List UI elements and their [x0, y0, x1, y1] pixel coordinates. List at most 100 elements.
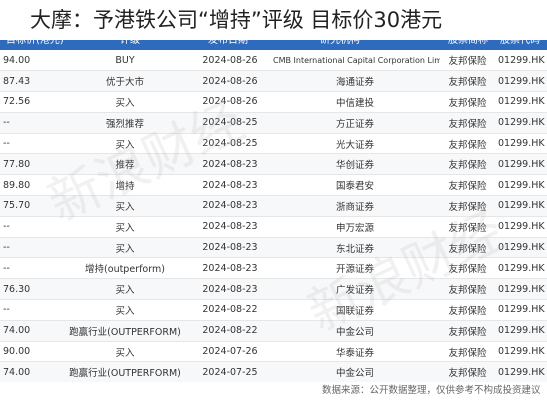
stock-name-cell: 友邦保险: [440, 320, 495, 342]
date-cell: 2024-08-23: [190, 195, 270, 217]
org-cell: 广发证券: [270, 278, 440, 301]
date-cell: 2024-08-23: [190, 153, 270, 176]
date-cell: 2024-08-25: [190, 133, 270, 155]
rating-cell: 买入: [60, 133, 190, 155]
target-price-cell: 89.80: [0, 174, 60, 197]
org-cell: 中信建投: [270, 91, 440, 113]
date-cell: 2024-08-23: [190, 257, 270, 280]
date-cell: 2024-08-23: [190, 174, 270, 197]
date-cell: 2024-07-25: [190, 361, 270, 384]
stock-code-cell: 01299.HK: [495, 216, 547, 238]
stock-name-cell: 友邦保险: [440, 133, 495, 155]
stock-code-cell: 01299.HK: [495, 91, 547, 113]
rating-cell: 买入: [60, 216, 190, 238]
rating-cell: 跑赢行业(OUTPERFORM): [60, 320, 190, 342]
org-cell: 国泰君安: [270, 174, 440, 197]
table-row[interactable]: -- 买入 2024-08-22 国联证券 友邦保险 01299.HK: [0, 299, 547, 321]
date-cell: 2024-08-23: [190, 237, 270, 259]
target-price-cell: 94.00: [0, 50, 60, 72]
rating-cell: 优于大市: [60, 70, 190, 93]
target-price-cell: 90.00: [0, 341, 60, 363]
stock-name-cell: 友邦保险: [440, 112, 495, 134]
table-row[interactable]: 74.00 跑赢行业(OUTPERFORM) 2024-07-25 中金公司 友邦保险 0…: [0, 361, 547, 384]
stock-code-cell: 01299.HK: [495, 112, 547, 134]
table-row[interactable]: -- 买入 2024-08-23 东北证券 友邦保险 01299.HK: [0, 237, 547, 259]
target-price-cell: --: [0, 216, 60, 238]
rating-cell: 买入: [60, 341, 190, 363]
rating-cell: 买入: [60, 195, 190, 217]
table-row[interactable]: 76.30 买入 2024-08-23 广发证券 友邦保险 01299.HK: [0, 278, 547, 301]
stock-code-cell: 01299.HK: [495, 278, 547, 301]
target-price-cell: 72.56: [0, 91, 60, 113]
stock-code-cell: 01299.HK: [495, 70, 547, 93]
date-cell: 2024-08-25: [190, 112, 270, 134]
stock-name-cell: 友邦保险: [440, 91, 495, 113]
org-cell: 华创证券: [270, 153, 440, 176]
org-cell: 方正证券: [270, 112, 440, 134]
stock-code-cell: 01299.HK: [495, 133, 547, 155]
stock-code-cell: 01299.HK: [495, 174, 547, 197]
org-cell: 申万宏源: [270, 216, 440, 238]
table-row[interactable]: 77.80 推荐 2024-08-23 华创证券 友邦保险 01299.HK: [0, 153, 547, 176]
table-row[interactable]: -- 买入 2024-08-23 申万宏源 友邦保险 01299.HK: [0, 216, 547, 238]
table-row[interactable]: 74.00 跑赢行业(OUTPERFORM) 2024-08-22 中金公司 友邦保险 0…: [0, 320, 547, 342]
stock-code-cell: 01299.HK: [495, 153, 547, 176]
target-price-cell: --: [0, 112, 60, 134]
rating-cell: 买入: [60, 278, 190, 301]
target-price-cell: 74.00: [0, 320, 60, 342]
stock-code-cell: 01299.HK: [495, 257, 547, 280]
stock-name-cell: 友邦保险: [440, 237, 495, 259]
date-cell: 2024-08-22: [190, 299, 270, 321]
rating-cell: 强烈推荐: [60, 112, 190, 134]
target-price-cell: 87.43: [0, 70, 60, 93]
org-cell: 国联证券: [270, 299, 440, 321]
org-cell: 中金公司: [270, 361, 440, 384]
table-row[interactable]: 87.43 优于大市 2024-08-26 海通证券 友邦保险 01299.HK: [0, 70, 547, 93]
stock-name-cell: 友邦保险: [440, 257, 495, 280]
org-cell: 光大证券: [270, 133, 440, 155]
org-cell: CMB International Capital Corporation Li…: [270, 50, 440, 72]
date-cell: 2024-08-26: [190, 50, 270, 72]
target-price-cell: 75.70: [0, 195, 60, 217]
rating-cell: 跑赢行业(OUTPERFORM): [60, 361, 190, 384]
table-row[interactable]: 90.00 买入 2024-07-26 华泰证券 友邦保险 01299.HK: [0, 341, 547, 363]
table-row[interactable]: 89.80 增持 2024-08-23 国泰君安 友邦保险 01299.HK: [0, 174, 547, 197]
org-cell: 东北证券: [270, 237, 440, 259]
org-cell: 浙商证券: [270, 195, 440, 217]
rating-cell: 增持(outperform): [60, 257, 190, 280]
stock-name-cell: 友邦保险: [440, 50, 495, 72]
date-cell: 2024-08-26: [190, 70, 270, 93]
table-row[interactable]: -- 增持(outperform) 2024-08-23 开源证券 友邦保险 01299.…: [0, 257, 547, 280]
date-cell: 2024-08-23: [190, 216, 270, 238]
date-cell: 2024-08-22: [190, 320, 270, 342]
stock-name-cell: 友邦保险: [440, 216, 495, 238]
stock-code-cell: 01299.HK: [495, 341, 547, 363]
table-row[interactable]: 75.70 买入 2024-08-23 浙商证券 友邦保险 01299.HK: [0, 195, 547, 217]
table-row[interactable]: 72.56 买入 2024-08-26 中信建投 友邦保险 01299.HK: [0, 91, 547, 113]
page-headline: 大摩：予港铁公司“增持”评级 目标价30港元: [0, 0, 547, 40]
stock-name-cell: 友邦保险: [440, 70, 495, 93]
table-row[interactable]: -- 强烈推荐 2024-08-25 方正证券 友邦保险 01299.HK: [0, 112, 547, 134]
stock-code-cell: 01299.HK: [495, 195, 547, 217]
footer-note: 数据来源：公开数据整理，仅供参考不构成投资建议: [0, 382, 547, 400]
target-price-cell: --: [0, 257, 60, 280]
rating-cell: 买入: [60, 91, 190, 113]
rating-cell: BUY: [60, 50, 190, 72]
stock-name-cell: 友邦保险: [440, 299, 495, 321]
rating-table: 94.00 BUY 2024-08-26 CMB International Capi…: [0, 50, 547, 386]
target-price-cell: --: [0, 299, 60, 321]
stock-code-cell: 01299.HK: [495, 361, 547, 384]
date-cell: 2024-08-23: [190, 278, 270, 301]
table-row[interactable]: 94.00 BUY 2024-08-26 CMB International Capi…: [0, 50, 547, 72]
org-cell: 华泰证券: [270, 341, 440, 363]
rating-cell: 买入: [60, 299, 190, 321]
stock-code-cell: 01299.HK: [495, 237, 547, 259]
rating-cell: 增持: [60, 174, 190, 197]
date-cell: 2024-07-26: [190, 341, 270, 363]
stock-code-cell: 01299.HK: [495, 50, 547, 72]
target-price-cell: 76.30: [0, 278, 60, 301]
rating-cell: 推荐: [60, 153, 190, 176]
stock-code-cell: 01299.HK: [495, 320, 547, 342]
table-row[interactable]: -- 买入 2024-08-25 光大证券 友邦保险 01299.HK: [0, 133, 547, 155]
stock-name-cell: 友邦保险: [440, 195, 495, 217]
